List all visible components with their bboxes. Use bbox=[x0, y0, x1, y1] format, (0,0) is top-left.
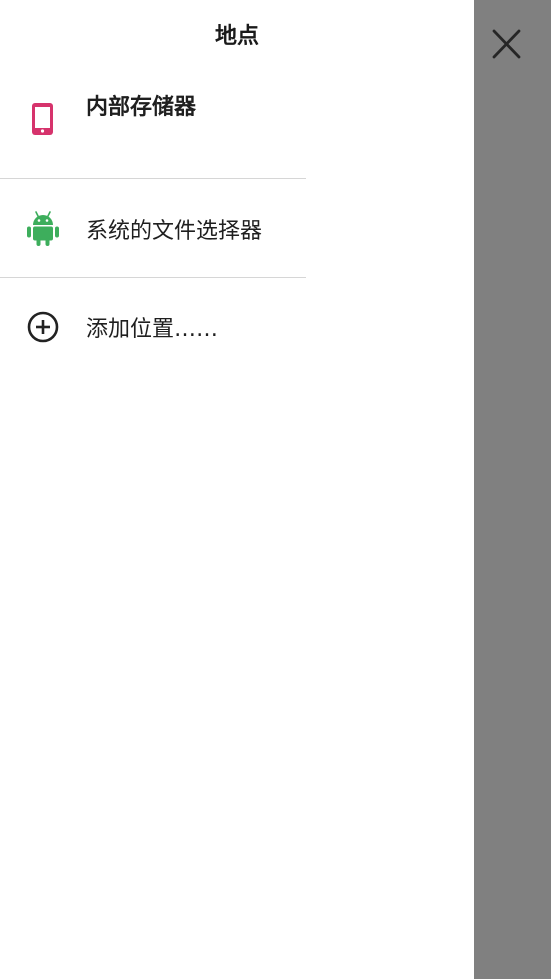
add-location-item[interactable]: 添加位置…… bbox=[0, 278, 306, 376]
close-button[interactable] bbox=[486, 25, 528, 65]
add-circle-icon bbox=[24, 308, 62, 346]
location-item-internal-storage[interactable]: 内部存储器 bbox=[0, 80, 306, 178]
close-icon bbox=[486, 29, 528, 69]
phone-icon bbox=[24, 100, 62, 138]
drawer-title: 地点 bbox=[214, 24, 259, 49]
location-label: 系统的文件选择器 bbox=[86, 219, 263, 244]
drawer-scrim[interactable] bbox=[474, 0, 551, 979]
locations-drawer: 地点 内部存储器 系统的文件选择器 添加位置…… bbox=[0, 0, 474, 979]
location-label: 内部存储器 bbox=[86, 95, 197, 120]
location-item-system-file-picker[interactable]: 系统的文件选择器 bbox=[0, 179, 306, 277]
location-label: 添加位置…… bbox=[86, 317, 219, 342]
android-icon bbox=[24, 210, 62, 248]
